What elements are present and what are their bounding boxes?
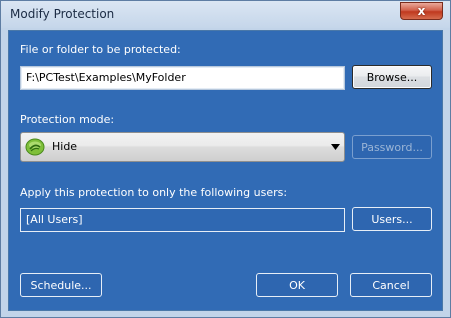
close-button[interactable]: x	[400, 2, 443, 20]
browse-button[interactable]: Browse...	[352, 65, 432, 89]
close-icon: x	[417, 4, 426, 18]
protection-mode-label: Protection mode:	[20, 113, 115, 126]
schedule-button[interactable]: Schedule...	[20, 273, 102, 297]
protection-mode-value: Hide	[52, 140, 78, 153]
password-button[interactable]: Password...	[352, 135, 432, 159]
users-input[interactable]: [All Users]	[20, 208, 345, 232]
ok-button[interactable]: OK	[256, 273, 338, 297]
path-label: File or folder to be protected:	[20, 43, 181, 56]
users-button[interactable]: Users...	[352, 207, 432, 231]
title-bar[interactable]: Modify Protection x	[1, 1, 450, 28]
window-title: Modify Protection	[10, 7, 115, 21]
chevron-down-icon	[331, 144, 340, 150]
dialog-body: File or folder to be protected: F:\PCTes…	[8, 30, 443, 311]
hide-shield-icon	[25, 138, 45, 156]
protection-mode-dropdown[interactable]: Hide	[20, 132, 345, 162]
path-input[interactable]: F:\PCTest\Examples\MyFolder	[20, 66, 345, 90]
cancel-button[interactable]: Cancel	[350, 273, 432, 297]
modify-protection-dialog: Modify Protection x File or folder to be…	[0, 0, 451, 318]
users-label: Apply this protection to only the follow…	[20, 186, 288, 199]
